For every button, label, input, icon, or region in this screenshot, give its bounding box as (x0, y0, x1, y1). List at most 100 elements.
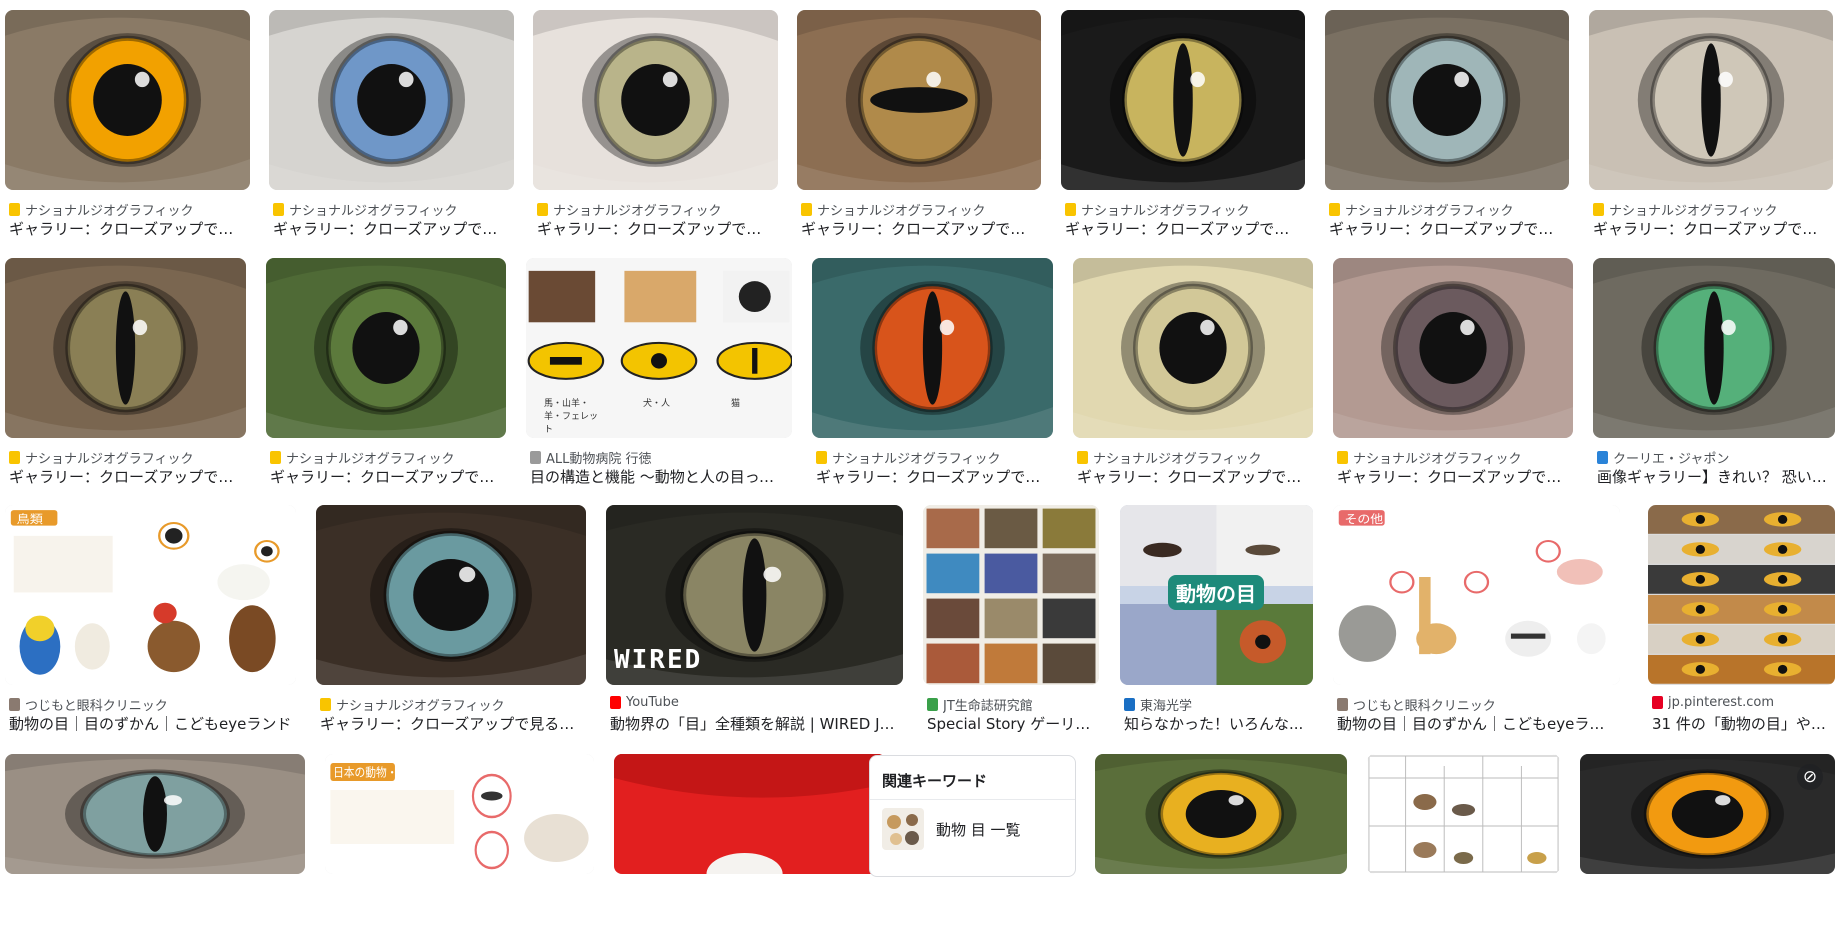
result-source[interactable]: ナショナルジオグラフィック (9, 200, 246, 219)
image-result-card[interactable]: クーリエ・ジャポン 画像ギャラリー】きれい？ 恐い？... (1593, 258, 1835, 498)
result-source[interactable]: ナショナルジオグラフィック (537, 200, 774, 219)
image-result-card[interactable]: 動物の目東海光学 知らなかった！いろんな... (1120, 505, 1313, 745)
image-thumbnail[interactable] (1333, 258, 1573, 438)
image-result-card[interactable]: ナショナルジオグラフィック ギャラリー：クローズアップで見... (797, 10, 1041, 250)
image-result-card[interactable]: WIRED YouTube 動物界の「目」全種類を解説 | WIRED Jap... (606, 505, 903, 745)
image-thumbnail[interactable]: 馬・山羊・羊・フェレット 犬・人 猫 (526, 258, 792, 438)
result-title[interactable]: 知らなかった！いろんな... (1124, 713, 1309, 734)
result-source[interactable]: ALL動物病院 行徳 (530, 448, 788, 467)
block-icon[interactable]: ⊘ (1797, 764, 1823, 790)
result-title[interactable]: 31 件の「動物の目」や「... (1652, 713, 1831, 734)
image-result-card[interactable]: jp.pinterest.com 31 件の「動物の目」や「... (1648, 505, 1835, 745)
result-source[interactable]: ナショナルジオグラフィック (1077, 448, 1309, 467)
result-source[interactable]: ナショナルジオグラフィック (320, 695, 582, 714)
image-result-card[interactable]: 馬・山羊・羊・フェレット 犬・人 猫 ALL動物病院 行徳 目の構造と機能 ～動物と人の… (526, 258, 792, 498)
image-thumbnail[interactable] (5, 10, 250, 190)
result-title[interactable]: ギャラリー：クローズアップで見... (1337, 466, 1569, 487)
image-result-card[interactable]: ナショナルジオグラフィック ギャラリー：クローズアップで見... (269, 10, 514, 250)
image-result-card[interactable]: ナショナルジオグラフィック ギャラリー：クローズアップで見... (1333, 258, 1573, 498)
result-source[interactable]: ナショナルジオグラフィック (1337, 448, 1569, 467)
image-result-card[interactable]: その他つじもと眼科クリニック 動物の目｜目のずかん｜こどもeyeランド (1333, 505, 1620, 745)
result-source[interactable]: ナショナルジオグラフィック (1065, 200, 1301, 219)
image-thumbnail[interactable] (1367, 754, 1560, 874)
result-source[interactable]: ナショナルジオグラフィック (9, 448, 242, 467)
result-source[interactable]: つじもと眼科クリニック (9, 695, 292, 714)
image-thumbnail[interactable] (1073, 258, 1313, 438)
image-result-card[interactable]: ナショナルジオグラフィック ギャラリー：クローズアップで見... (1325, 10, 1569, 250)
result-title[interactable]: ギャラリー：クローズアップで見... (1329, 218, 1565, 239)
image-thumbnail[interactable] (812, 258, 1053, 438)
image-result-card[interactable]: ⊘ (1580, 754, 1835, 934)
image-thumbnail[interactable] (266, 258, 506, 438)
result-title[interactable]: 目の構造と機能 ～動物と人の目って... (530, 466, 788, 487)
result-title[interactable]: 画像ギャラリー】きれい？ 恐い？... (1597, 466, 1831, 487)
result-source[interactable]: ナショナルジオグラフィック (270, 448, 502, 467)
image-thumbnail[interactable]: ⊘ (1580, 754, 1835, 874)
result-title[interactable]: ギャラリー：クローズアップで見... (537, 218, 774, 239)
image-thumbnail[interactable]: その他 (1333, 505, 1620, 685)
result-source[interactable]: ナショナルジオグラフィック (801, 200, 1037, 219)
image-result-card[interactable] (1095, 754, 1347, 934)
image-thumbnail[interactable] (316, 505, 586, 685)
image-thumbnail[interactable] (5, 754, 305, 874)
image-thumbnail[interactable] (1095, 754, 1347, 874)
result-title[interactable]: ギャラリー：クローズアップで見... (801, 218, 1037, 239)
result-source[interactable]: つじもと眼科クリニック (1337, 695, 1616, 714)
image-result-card[interactable]: JT生命誌研究館 Special Story ゲーリン... (923, 505, 1099, 745)
result-source[interactable]: jp.pinterest.com (1652, 695, 1831, 710)
result-title[interactable]: ギャラリー：クローズアップで見... (270, 466, 502, 487)
image-result-card[interactable] (1367, 754, 1560, 934)
result-title[interactable]: ギャラリー：クローズアップで見... (1593, 218, 1829, 239)
image-result-card[interactable] (5, 754, 305, 934)
result-title[interactable]: 動物の目｜目のずかん｜こどもeyeランド (9, 713, 292, 734)
result-title[interactable]: 動物界の「目」全種類を解説 | WIRED Jap... (610, 713, 899, 734)
image-result-card[interactable]: ナショナルジオグラフィック ギャラリー：クローズアップで見... (5, 10, 250, 250)
result-source[interactable]: 東海光学 (1124, 695, 1309, 714)
image-result-card[interactable]: ナショナルジオグラフィック ギャラリー：クローズアップで見... (812, 258, 1053, 498)
result-title[interactable]: ギャラリー：クローズアップで見... (1065, 218, 1301, 239)
result-title[interactable]: ギャラリー：クローズアップで見る動... (320, 713, 582, 734)
related-keyword-item[interactable]: 動物 目 一覧 (870, 800, 1075, 858)
result-title[interactable]: ギャラリー：クローズアップで見... (1077, 466, 1309, 487)
image-result-card[interactable]: ナショナルジオグラフィック ギャラリー：クローズアップで見... (1061, 10, 1305, 250)
image-thumbnail[interactable] (1325, 10, 1569, 190)
image-thumbnail[interactable] (797, 10, 1041, 190)
image-thumbnail[interactable] (533, 10, 778, 190)
image-result-card[interactable]: ナショナルジオグラフィック ギャラリー：クローズアップで見る動... (316, 505, 586, 745)
image-thumbnail[interactable] (1593, 258, 1835, 438)
result-title[interactable]: ギャラリー：クローズアップで見... (816, 466, 1049, 487)
image-thumbnail[interactable] (1648, 505, 1835, 685)
image-thumbnail[interactable] (1589, 10, 1833, 190)
image-thumbnail[interactable]: 日本の動物・ウシ科 (325, 754, 594, 874)
image-result-card[interactable]: ナショナルジオグラフィック ギャラリー：クローズアップで見... (266, 258, 506, 498)
result-source[interactable]: YouTube (610, 695, 899, 710)
result-source[interactable]: ナショナルジオグラフィック (1329, 200, 1565, 219)
image-thumbnail[interactable]: 動物の目 (1120, 505, 1313, 685)
result-source[interactable]: JT生命誌研究館 (927, 695, 1095, 714)
result-source[interactable]: クーリエ・ジャポン (1597, 448, 1831, 467)
image-result-card[interactable]: ナショナルジオグラフィック ギャラリー：クローズアップで見... (5, 258, 246, 498)
source-favicon-icon (1077, 451, 1088, 464)
image-thumbnail[interactable]: 鳥類 (5, 505, 296, 685)
image-result-card[interactable]: ナショナルジオグラフィック ギャラリー：クローズアップで見... (533, 10, 778, 250)
result-source[interactable]: ナショナルジオグラフィック (273, 200, 510, 219)
image-result-card[interactable]: 鳥類つじもと眼科クリニック 動物の目｜目のずかん｜こどもeyeランド (5, 505, 296, 745)
result-source[interactable]: ナショナルジオグラフィック (1593, 200, 1829, 219)
image-thumbnail[interactable] (923, 505, 1099, 685)
result-title[interactable]: 動物の目｜目のずかん｜こどもeyeランド (1337, 713, 1616, 734)
source-name: ナショナルジオグラフィック (25, 204, 194, 219)
image-thumbnail[interactable] (614, 754, 886, 874)
result-source[interactable]: ナショナルジオグラフィック (816, 448, 1049, 467)
image-thumbnail[interactable] (269, 10, 514, 190)
image-result-card[interactable]: ナショナルジオグラフィック ギャラリー：クローズアップで見... (1589, 10, 1833, 250)
image-thumbnail[interactable] (5, 258, 246, 438)
image-result-card[interactable] (614, 754, 886, 934)
result-title[interactable]: ギャラリー：クローズアップで見... (273, 218, 510, 239)
result-title[interactable]: Special Story ゲーリン... (927, 713, 1095, 734)
result-title[interactable]: ギャラリー：クローズアップで見... (9, 466, 242, 487)
image-thumbnail[interactable]: WIRED (606, 505, 903, 685)
image-result-card[interactable]: ナショナルジオグラフィック ギャラリー：クローズアップで見... (1073, 258, 1313, 498)
result-title[interactable]: ギャラリー：クローズアップで見... (9, 218, 246, 239)
image-result-card[interactable]: 日本の動物・ウシ科 (325, 754, 594, 934)
image-thumbnail[interactable] (1061, 10, 1305, 190)
